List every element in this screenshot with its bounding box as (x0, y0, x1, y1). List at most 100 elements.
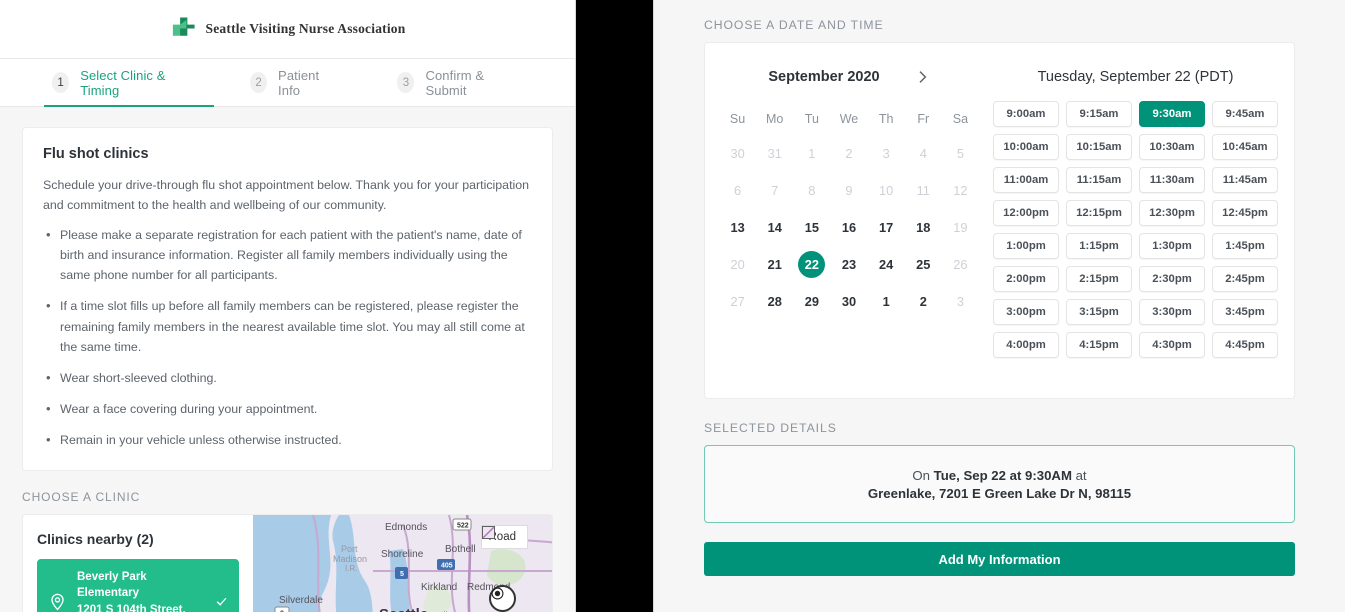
calendar-day-number: 11 (916, 183, 930, 198)
list-item: If a time slot fills up before all famil… (43, 295, 532, 356)
calendar-day-number: 17 (879, 220, 894, 235)
datetime-picker-card: September 2020 Su Mo Tu We Th Fr Sa 30 31… (704, 42, 1295, 399)
selected-details-line-1: On Tue, Sep 22 at 9:30AM at (912, 468, 1086, 483)
time-slot-400pm[interactable]: 4:00pm (993, 332, 1059, 358)
step-2-label: Patient Info (278, 67, 320, 98)
step-confirm-submit[interactable]: 3 Confirm & Submit (397, 68, 510, 98)
time-slots-grid: 9:00am 9:15am 9:30am 9:45am 10:00am 10:15am 10… (993, 101, 1278, 358)
clinic-map[interactable]: Edmonds Port Madison I.R. Shoreline Both… (253, 515, 552, 612)
calendar-day-number: 26 (953, 257, 968, 272)
map-type-control[interactable]: Road (480, 525, 528, 550)
details-prefix: On (912, 467, 934, 483)
calendar-header: September 2020 (719, 57, 979, 97)
calendar-day[interactable]: 22 (793, 246, 830, 283)
time-slot-100pm[interactable]: 1:00pm (993, 233, 1059, 259)
add-my-information-button[interactable]: Add My Information (704, 542, 1295, 576)
time-slot-315pm[interactable]: 3:15pm (1066, 299, 1132, 325)
step-select-clinic-timing[interactable]: 1 Select Clinic & Timing (52, 68, 185, 98)
time-slot-1115am[interactable]: 11:15am (1066, 167, 1132, 193)
clinic-name: Beverly Park Elementary (77, 571, 147, 600)
calendar-day-number: 20 (730, 257, 745, 272)
calendar-day[interactable]: 18 (905, 209, 942, 246)
svg-text:5: 5 (400, 571, 404, 578)
flu-shot-info-card: Flu shot clinics Schedule your drive-thr… (22, 127, 553, 472)
calendar-day[interactable]: 30 (830, 283, 867, 320)
time-slot-415pm[interactable]: 4:15pm (1066, 332, 1132, 358)
calendar-day[interactable]: 16 (830, 209, 867, 246)
calendar-day-number: 3 (956, 294, 964, 309)
calendar-dow-mo: Mo (766, 112, 784, 126)
svg-text:Seattle: Seattle (379, 606, 428, 612)
calendar-day-number: 28 (767, 294, 782, 309)
time-slot-230pm[interactable]: 2:30pm (1139, 266, 1205, 292)
time-slot-1230pm[interactable]: 12:30pm (1139, 200, 1205, 226)
calendar-dow-tu: Tu (804, 112, 819, 126)
calendar-grid: Su Mo Tu We Th Fr Sa 30 31 1 2 3 4 5 6 7 8 9 10 11 12… (719, 103, 979, 320)
calendar-day-number: 31 (767, 146, 782, 161)
time-slot-1000am[interactable]: 10:00am (993, 134, 1059, 160)
time-slot-1200pm[interactable]: 12:00pm (993, 200, 1059, 226)
time-slot-345pm[interactable]: 3:45pm (1212, 299, 1278, 325)
clinic-text: Beverly Park Elementary 1201 S 104th Str… (77, 569, 205, 612)
time-slot-145pm[interactable]: 1:45pm (1212, 233, 1278, 259)
calendar-day: 5 (942, 135, 979, 172)
calendar-day: 3 (942, 283, 979, 320)
calendar-day[interactable]: 25 (905, 246, 942, 283)
time-slot-430pm[interactable]: 4:30pm (1139, 332, 1205, 358)
step-3-label: Confirm & Submit (425, 67, 485, 98)
left-panel-body: Flu shot clinics Schedule your drive-thr… (0, 107, 575, 612)
time-slot-115pm[interactable]: 1:15pm (1066, 233, 1132, 259)
time-slot-1030am[interactable]: 10:30am (1139, 134, 1205, 160)
calendar-day: 6 (719, 172, 756, 209)
map-locate-button[interactable] (489, 585, 516, 612)
calendar-day[interactable]: 15 (793, 209, 830, 246)
time-slot-330pm[interactable]: 3:30pm (1139, 299, 1205, 325)
brand[interactable]: Seattle Visiting Nurse Association (170, 16, 406, 43)
time-slot-1245pm[interactable]: 12:45pm (1212, 200, 1278, 226)
clinic-option-beverly-park-elementary[interactable]: Beverly Park Elementary 1201 S 104th Str… (37, 559, 239, 612)
calendar-day: 3 (868, 135, 905, 172)
time-slot-215pm[interactable]: 2:15pm (1066, 266, 1132, 292)
calendar-day: 12 (942, 172, 979, 209)
calendar-day-number: 22 (798, 251, 826, 278)
time-slot-1215pm[interactable]: 12:15pm (1066, 200, 1132, 226)
time-slot-130pm[interactable]: 1:30pm (1139, 233, 1205, 259)
time-slot-1100am[interactable]: 11:00am (993, 167, 1059, 193)
time-slot-915am[interactable]: 9:15am (1066, 101, 1132, 127)
list-item: Wear short-sleeved clothing. (43, 367, 532, 388)
time-slot-930am[interactable]: 9:30am (1139, 101, 1205, 127)
left-panel: Seattle Visiting Nurse Association 1 Sel… (0, 0, 576, 612)
calendar-day[interactable]: 14 (756, 209, 793, 246)
calendar-day[interactable]: 23 (830, 246, 867, 283)
time-slot-1045am[interactable]: 10:45am (1212, 134, 1278, 160)
time-slot-300pm[interactable]: 3:00pm (993, 299, 1059, 325)
calendar-day[interactable]: 28 (756, 283, 793, 320)
svg-text:Port: Port (341, 544, 358, 554)
time-slot-900am[interactable]: 9:00am (993, 101, 1059, 127)
calendar-day[interactable]: 21 (756, 246, 793, 283)
time-slot-1015am[interactable]: 10:15am (1066, 134, 1132, 160)
calendar-day[interactable]: 17 (868, 209, 905, 246)
time-slot-445pm[interactable]: 4:45pm (1212, 332, 1278, 358)
calendar-day: 8 (793, 172, 830, 209)
calendar-day[interactable]: 1 (868, 283, 905, 320)
calendar-day[interactable]: 13 (719, 209, 756, 246)
step-patient-info[interactable]: 2 Patient Info (250, 68, 332, 98)
time-slot-245pm[interactable]: 2:45pm (1212, 266, 1278, 292)
calendar-day-number: 25 (916, 257, 931, 272)
svg-text:Shoreline: Shoreline (381, 549, 424, 560)
time-slot-1145am[interactable]: 11:45am (1212, 167, 1278, 193)
time-slot-945am[interactable]: 9:45am (1212, 101, 1278, 127)
time-slot-200pm[interactable]: 2:00pm (993, 266, 1059, 292)
calendar-day[interactable]: 29 (793, 283, 830, 320)
active-step-underline (44, 105, 214, 107)
time-slot-1130am[interactable]: 11:30am (1139, 167, 1205, 193)
calendar-day-number: 30 (730, 146, 745, 161)
calendar-day: 9 (830, 172, 867, 209)
calendar-month-label: September 2020 (768, 69, 880, 85)
calendar-day[interactable]: 24 (868, 246, 905, 283)
calendar-day[interactable]: 2 (905, 283, 942, 320)
list-item: Please make a separate registration for … (43, 224, 532, 285)
calendar-day-number: 2 (845, 146, 853, 161)
chevron-right-icon[interactable] (914, 69, 930, 85)
